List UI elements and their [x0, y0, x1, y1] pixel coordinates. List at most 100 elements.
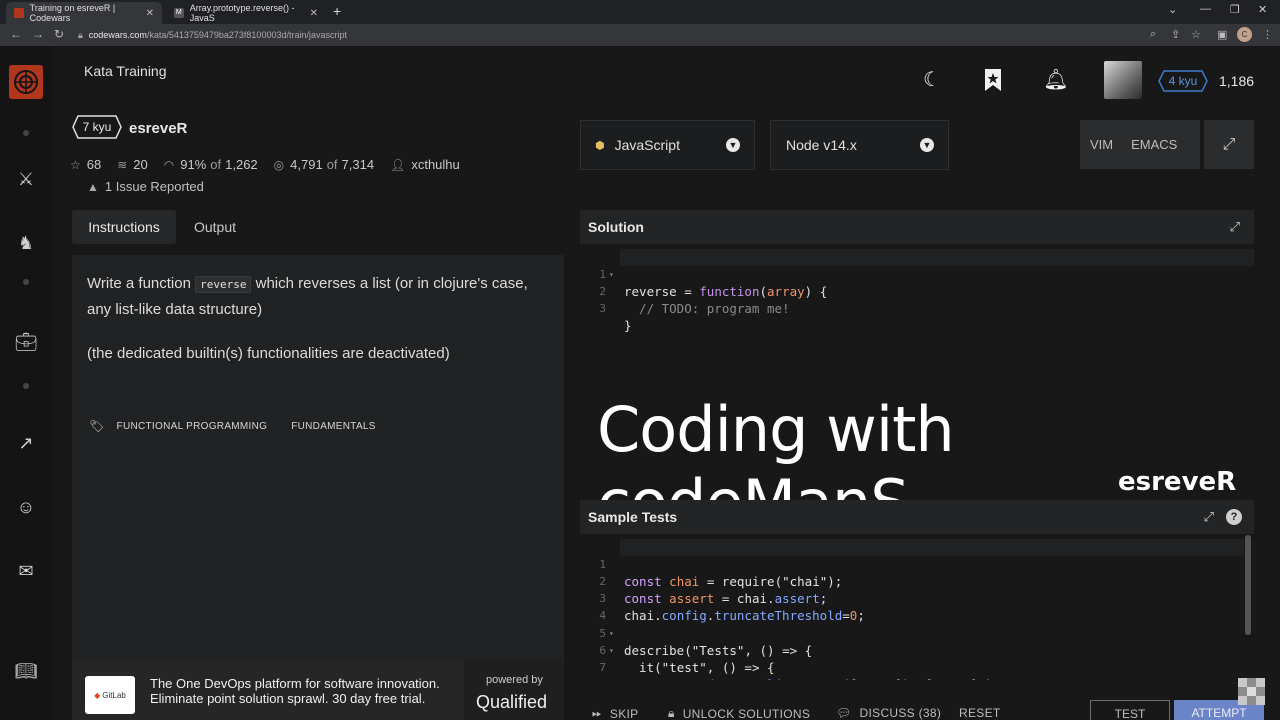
page-section-title: Kata Training [84, 63, 167, 79]
description-paragraph: (the dedicated builtin(s) functionalitie… [87, 345, 450, 362]
warning-icon: ▲ [87, 179, 99, 194]
unlock-solutions-button[interactable]: 🔒︎ UNLOCK SOLUTIONS [668, 706, 810, 720]
star-icon[interactable]: ☆ [1191, 28, 1201, 41]
user-avatar[interactable] [1104, 61, 1142, 99]
trending-icon[interactable]: ↗ [13, 430, 39, 456]
code-line: 7 assert.deepEqual( reverse([1,2,3]), [3… [599, 661, 993, 680]
close-tab-icon[interactable]: ✕ [310, 8, 318, 19]
tag-fundamentals[interactable]: FUNDAMENTALS [291, 421, 376, 432]
emacs-mode-button[interactable]: EMACS [1131, 137, 1177, 152]
chat-bubble-icon: 💬︎ [836, 706, 852, 720]
kata-tags: 🏷︎ FUNCTIONAL PROGRAMMING FUNDAMENTALS [89, 419, 400, 433]
tab-search-icon[interactable]: ⌄ [1168, 3, 1177, 16]
browser-tab-codewars[interactable]: Training on esreveR | Codewars ✕ [6, 2, 162, 24]
url-field[interactable]: 🔒︎ codewars.com /kata/5413759479ba273f81… [78, 27, 1148, 43]
new-tab-icon[interactable]: + [333, 3, 341, 19]
inline-code: reverse [195, 276, 252, 293]
reset-button[interactable]: RESET [959, 706, 1001, 720]
code-line: 1 ▾ reverse = function(array) { [599, 268, 828, 299]
chat-icon[interactable]: ✉ [13, 558, 39, 584]
sponsor-ad[interactable]: ◆ GitLab The One DevOps platform for soft… [72, 660, 564, 720]
user-rank-badge[interactable]: 4 kyu [1158, 70, 1208, 92]
rail-separator-dot [23, 130, 29, 136]
expand-icon: ⤢ [1222, 136, 1236, 153]
language-value: JavaScript [614, 137, 680, 153]
browser-profile-avatar[interactable]: C [1237, 27, 1252, 42]
collections-stat[interactable]: ≋ 20 [117, 157, 148, 172]
user-rank-label: 4 kyu [1168, 74, 1198, 88]
satisfaction-stat: ◠ 91% of 1,262 [163, 157, 258, 172]
reload-icon[interactable]: ↻ [54, 27, 64, 41]
stars-stat[interactable]: ☆ 68 [70, 157, 101, 172]
training-icon[interactable]: ♞ [13, 230, 39, 256]
forward-icon[interactable]: → [32, 27, 44, 41]
sample-tests-header: Sample Tests ⤢ ? [580, 500, 1254, 534]
url-host: codewars.com [88, 30, 147, 40]
runtime-version-select[interactable]: Node v14.x ▼ [770, 120, 949, 170]
chevron-down-icon: ▼ [726, 138, 740, 152]
browser-tab-bar: Training on esreveR | Codewars ✕ M Array… [0, 0, 1280, 24]
close-tab-icon[interactable]: ✕ [146, 8, 154, 19]
tag-functional-programming[interactable]: FUNCTIONAL PROGRAMMING [117, 421, 268, 432]
url-path: /kata/5413759479ba273f8100003d/train/jav… [146, 30, 347, 40]
browser-tab-title: Training on esreveR | Codewars [29, 3, 116, 23]
ad-text: The One DevOps platform for software inn… [150, 676, 440, 706]
docs-book-icon[interactable]: 📖︎ [13, 658, 39, 684]
code-line: 8 assert.deepEqual( reverse([1,null,14,"… [580, 660, 1254, 680]
moon-icon[interactable]: ☾ [918, 66, 946, 94]
expand-icon[interactable]: ⤢ [1230, 219, 1240, 235]
discord-icon[interactable]: ☺ [13, 494, 39, 520]
help-icon[interactable]: ? [1226, 509, 1242, 525]
skip-button[interactable]: ⏩︎ SKIP [592, 706, 638, 720]
bell-icon[interactable]: 🔔︎ [1042, 66, 1070, 94]
fullscreen-button[interactable]: ⤢ [1204, 120, 1254, 169]
description-paragraph: Write a function reverse which reverses … [87, 275, 528, 318]
skip-forward-icon: ⏩︎ [592, 706, 602, 720]
sample-tests-title: Sample Tests [588, 509, 678, 525]
tab-instructions[interactable]: Instructions [72, 210, 176, 244]
code-line: 3 } [599, 302, 632, 333]
sidebar-icon[interactable]: ▣ [1217, 28, 1227, 41]
vim-mode-button[interactable]: VIM [1090, 137, 1113, 152]
language-select[interactable]: ⬢ JavaScript ▼ [580, 120, 755, 170]
star-outline-icon: ☆ [70, 157, 81, 172]
zoom-icon[interactable]: ⌕ [1150, 28, 1156, 41]
close-window-icon[interactable]: ✕ [1258, 3, 1267, 16]
powered-by-label: powered by [486, 674, 543, 686]
layers-icon: ≋ [117, 157, 128, 172]
practice-icon[interactable]: ⚔ [13, 166, 39, 192]
back-icon[interactable]: ← [10, 27, 22, 41]
test-button[interactable]: TEST [1090, 700, 1170, 720]
sample-tests-editor[interactable]: 1 const chai = require("chai"); 2 const … [580, 538, 1254, 680]
briefcase-icon[interactable]: 💼︎ [13, 329, 39, 355]
code-line: 3 chai.config.truncateThreshold=0; [599, 592, 865, 623]
solution-header: Solution ⤢ [580, 210, 1254, 244]
qualified-brand: Qualified [476, 692, 548, 712]
menu-icon[interactable]: ⋮ [1262, 28, 1273, 41]
video-overlay-subtitle: esreveR [1118, 467, 1237, 497]
action-bar: ⏩︎ SKIP 🔒︎ UNLOCK SOLUTIONS 💬︎ DISCUSS (38)… [580, 700, 1280, 720]
tab-output[interactable]: Output [176, 210, 254, 244]
javascript-language-icon: ⬢ [595, 139, 605, 152]
browser-tab-title: Array.prototype.reverse() - JavaS [189, 3, 295, 23]
bookmark-star-icon[interactable] [979, 66, 1007, 94]
author-stat[interactable]: 👤︎ xcthulhu [390, 157, 460, 172]
rail-separator-dot [23, 279, 29, 285]
expand-icon[interactable]: ⤢ [1204, 509, 1214, 525]
issues-reported-link[interactable]: ▲ 1 Issue Reported [87, 179, 204, 194]
rail-separator-dot [23, 383, 29, 389]
channel-watermark-icon [1238, 678, 1266, 706]
codewars-logo-icon[interactable] [9, 65, 43, 99]
share-icon[interactable]: ⇪ [1171, 28, 1180, 41]
restore-icon[interactable]: ❐ [1230, 3, 1240, 16]
kata-kyu-label: 7 kyu [82, 120, 112, 134]
runtime-value: Node v14.x [786, 137, 857, 153]
mdn-favicon-icon: M [174, 8, 184, 18]
browser-tab-mdn[interactable]: M Array.prototype.reverse() - JavaS ✕ [166, 2, 326, 24]
editor-scrollbar[interactable] [1245, 535, 1251, 635]
minimize-icon[interactable]: — [1200, 3, 1211, 15]
discuss-button[interactable]: 💬︎ DISCUSS (38) [836, 706, 941, 720]
target-icon: ◎ [273, 157, 285, 172]
kata-stats: ☆ 68 ≋ 20 ◠ 91% of 1,262 ◎ 4,791 of 7,314 👤︎ xcth… [70, 157, 476, 172]
kata-title: esreveR [129, 120, 188, 137]
